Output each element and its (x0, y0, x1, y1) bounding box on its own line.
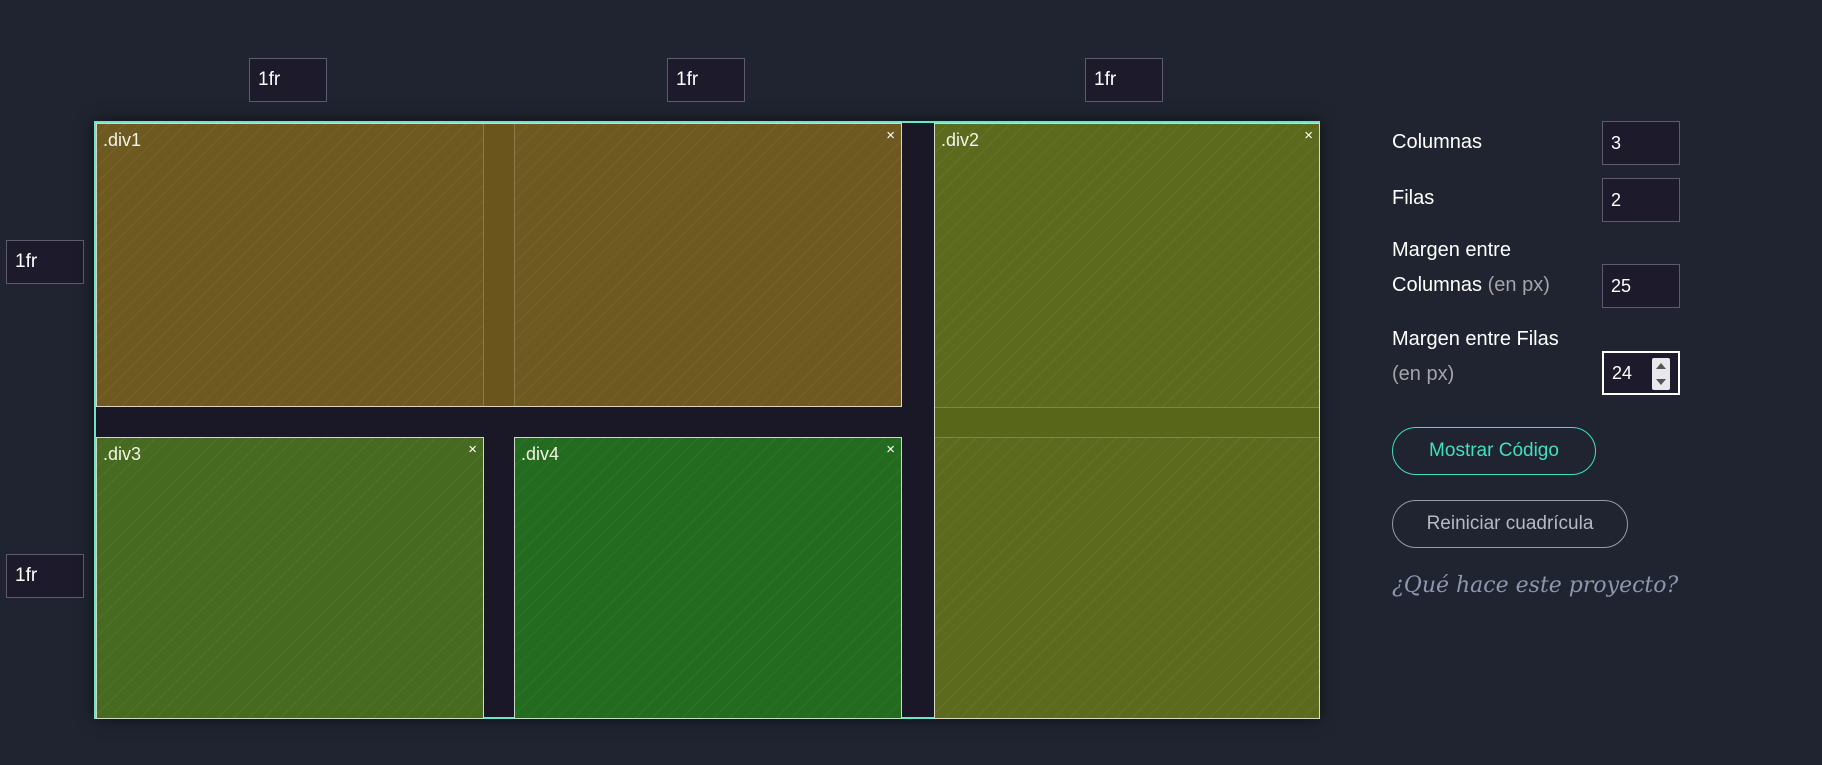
grid-line (483, 124, 484, 406)
reset-grid-button[interactable]: Reiniciar cuadrícula (1392, 500, 1628, 548)
grid-line (935, 407, 1319, 408)
close-icon[interactable]: × (886, 441, 895, 458)
column-1-size-input[interactable] (249, 58, 327, 102)
grid-line (514, 124, 515, 406)
grid-area[interactable]: .div1 × .div2 × .div3 × .div4 × (94, 121, 1320, 719)
row-gap-unit: (en px) (1392, 363, 1455, 385)
grid-item-div3[interactable]: .div3 × (96, 437, 484, 719)
grid-line (935, 437, 1319, 438)
rows-count-input[interactable] (1602, 178, 1680, 222)
close-icon[interactable]: × (468, 441, 477, 458)
row-gap-band (935, 407, 1319, 438)
spin-up-icon[interactable] (1656, 363, 1666, 369)
columns-label: Columnas (1392, 131, 1483, 153)
grid-item-div2[interactable]: .div2 × (934, 123, 1320, 719)
item-label: .div2 (941, 130, 980, 150)
column-gap-unit: (en px) (1487, 274, 1550, 296)
column-gap-input[interactable] (1602, 264, 1680, 308)
grid-item-div1[interactable]: .div1 × (96, 123, 902, 407)
close-icon[interactable]: × (886, 127, 895, 144)
item-label: .div1 (103, 130, 142, 150)
item-label: .div3 (103, 444, 142, 464)
column-gap-band (483, 124, 515, 406)
rows-label: Filas (1392, 187, 1435, 209)
row-gap-value: 24 (1612, 362, 1633, 383)
spinner-control[interactable] (1652, 358, 1670, 390)
row-gap-input[interactable]: 24 (1602, 351, 1680, 395)
row-2-size-input[interactable] (6, 554, 84, 598)
column-3-size-input[interactable] (1085, 58, 1163, 102)
columns-count-input[interactable] (1602, 121, 1680, 165)
item-label: .div4 (521, 444, 560, 464)
column-gap-label-line2: Columnas (en px) (1392, 274, 1550, 297)
row-gap-label: Margen entre Filas (1392, 328, 1559, 350)
column-gap-label-text: Columnas (1392, 274, 1483, 296)
spin-down-icon[interactable] (1656, 379, 1666, 385)
show-code-button[interactable]: Mostrar Código (1392, 427, 1596, 475)
about-project-link[interactable]: ¿Qué hace este proyecto? (1392, 573, 1678, 598)
column-gap-label-line1: Margen entre (1392, 239, 1511, 261)
row-1-size-input[interactable] (6, 240, 84, 284)
close-icon[interactable]: × (1304, 127, 1313, 144)
grid-item-div4[interactable]: .div4 × (514, 437, 902, 719)
column-2-size-input[interactable] (667, 58, 745, 102)
